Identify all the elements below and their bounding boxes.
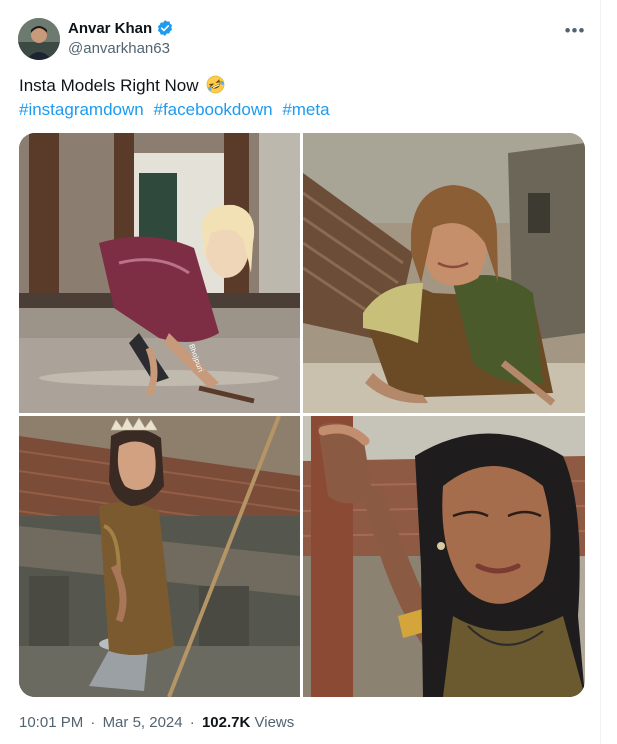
media-photo-2[interactable] [303,133,585,413]
avatar[interactable] [18,18,60,60]
meta-separator: · [90,714,96,731]
author-handle[interactable]: @anvarkhan63 [68,40,170,57]
more-options-button[interactable]: ••• [561,19,589,41]
rolling-on-floor-laughing-emoji-icon [206,75,225,100]
author-name[interactable]: Anvar Khan [68,20,152,37]
tweet-time[interactable]: 10:01 PM [19,714,83,731]
hashtag-link-meta[interactable]: #meta [282,100,329,119]
more-horizontal-icon: ••• [564,20,586,40]
media-photo-1[interactable]: Bhojpuri [19,133,300,413]
hashtag-link-facebookdown[interactable]: #facebookdown [153,100,272,119]
meta-separator: · [189,714,195,731]
media-photo-3[interactable] [19,416,300,697]
tweet-text: Insta Models Right Now [19,74,225,100]
tweet-card: Anvar Khan @anvarkhan63 ••• Insta Models… [0,0,601,744]
tweet-date[interactable]: Mar 5, 2024 [103,714,183,731]
hashtag-list: #instagramdown #facebookdown #meta [19,98,335,121]
tweet-meta: 10:01 PM · Mar 5, 2024 · 102.7K Views [19,714,294,731]
hashtag-link-instagramdown[interactable]: #instagramdown [19,100,144,119]
verified-badge-icon [156,19,174,37]
tweet-body: Insta Models Right Now [19,76,199,95]
media-grid: Bhojpuri [19,133,585,697]
views-count[interactable]: 102.7K [202,714,250,731]
media-photo-4[interactable] [303,416,585,697]
author-name-row: Anvar Khan [68,19,174,37]
views-label: Views [254,714,295,731]
